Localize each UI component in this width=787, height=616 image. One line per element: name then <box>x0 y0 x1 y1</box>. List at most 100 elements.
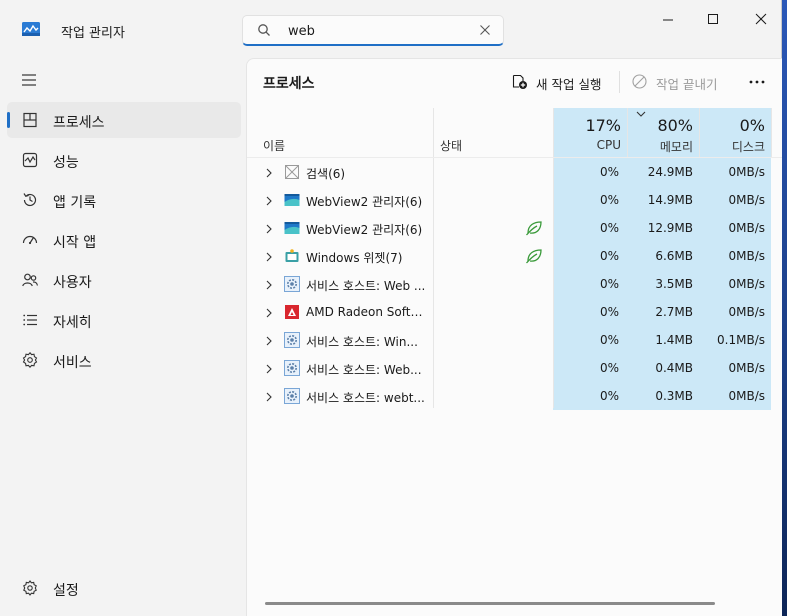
search-icon <box>258 24 270 36</box>
processes-icon <box>23 112 37 128</box>
memory-value: 2.7MB <box>655 305 693 319</box>
efficiency-mode-leaf-icon <box>525 248 543 264</box>
users-icon <box>22 273 38 287</box>
maximize-button[interactable] <box>690 8 736 32</box>
settings-gear-icon <box>23 580 37 596</box>
details-icon <box>23 314 37 326</box>
column-header-cpu[interactable]: CPU <box>553 138 621 152</box>
cpu-value: 0% <box>599 333 619 347</box>
expand-chevron-icon[interactable] <box>265 335 273 346</box>
cpu-value: 0% <box>599 193 619 207</box>
expand-chevron-icon[interactable] <box>265 391 273 402</box>
page-title: 프로세스 <box>263 76 315 92</box>
efficiency-mode-leaf-icon <box>525 220 543 236</box>
title-bar[interactable]: 작업 관리자 <box>0 0 782 58</box>
sidebar-item-startup-apps[interactable]: 시작 앱 <box>7 222 241 258</box>
process-name: 서비스 호스트: Web... <box>306 363 422 377</box>
process-name: 서비스 호스트: Web ... <box>306 279 426 293</box>
service-host-icon <box>284 276 300 292</box>
memory-value: 1.4MB <box>655 333 693 347</box>
disk-value: 0.1MB/s <box>717 333 765 347</box>
table-row[interactable]: AMD Radeon Softw... 0% 2.7MB 0MB/s <box>247 298 782 326</box>
service-host-icon <box>284 332 300 348</box>
cpu-value: 0% <box>599 221 619 235</box>
column-header-status[interactable]: 상태 <box>440 137 462 154</box>
sidebar-item-label: 성능 <box>53 155 79 171</box>
expand-chevron-icon[interactable] <box>265 223 273 234</box>
table-header: 이름 상태 17% CPU 80% 메모리 0% 디스크 <box>247 108 782 158</box>
sidebar-item-label: 사용자 <box>53 275 92 291</box>
performance-icon <box>22 152 38 168</box>
sidebar-item-performance[interactable]: 성능 <box>7 142 241 178</box>
process-name: 서비스 호스트: webt... <box>306 391 425 405</box>
memory-total-percent[interactable]: 80% <box>627 116 693 135</box>
sidebar-item-services[interactable]: 서비스 <box>7 342 241 378</box>
webview-icon <box>284 220 300 236</box>
disk-value: 0MB/s <box>728 389 765 403</box>
sidebar-item-details[interactable]: 자세히 <box>7 302 241 338</box>
search-app-icon <box>284 164 300 180</box>
settings-label: 설정 <box>53 583 79 599</box>
memory-value: 14.9MB <box>647 193 693 207</box>
sidebar-item-settings[interactable]: 설정 <box>7 570 241 606</box>
sidebar-item-users[interactable]: 사용자 <box>7 262 241 298</box>
horizontal-scrollbar[interactable] <box>265 602 715 605</box>
disk-value: 0MB/s <box>728 165 765 179</box>
table-row[interactable]: WebView2 관리자(6) 0% 14.9MB 0MB/s <box>247 186 782 214</box>
cpu-total-percent[interactable]: 17% <box>553 116 621 135</box>
service-host-icon <box>284 360 300 376</box>
table-row[interactable]: 서비스 호스트: Web ... 0% 3.5MB 0MB/s <box>247 270 782 298</box>
expand-chevron-icon[interactable] <box>265 279 273 290</box>
startup-apps-icon <box>22 235 38 245</box>
column-header-name[interactable]: 이름 <box>263 137 285 154</box>
table-row[interactable]: WebView2 관리자(6) 0% 12.9MB 0MB/s <box>247 214 782 242</box>
search-box[interactable] <box>242 15 504 46</box>
new-task-icon <box>512 74 527 89</box>
expand-chevron-icon[interactable] <box>265 251 273 262</box>
column-header-disk[interactable]: 디스크 <box>699 138 765 155</box>
table-row[interactable]: 서비스 호스트: Web... 0% 0.4MB 0MB/s <box>247 354 782 382</box>
cpu-value: 0% <box>599 249 619 263</box>
process-name: Windows 위젯(7) <box>306 251 403 265</box>
memory-value: 0.3MB <box>655 389 693 403</box>
processes-panel: 프로세스 새 작업 실행 작업 끝내기 이름 상태 17% CPU 80% 메모… <box>246 58 782 616</box>
close-button[interactable] <box>738 8 784 32</box>
expand-chevron-icon[interactable] <box>265 167 273 178</box>
memory-value: 24.9MB <box>647 165 693 179</box>
cpu-value: 0% <box>599 361 619 375</box>
sidebar-item-app-history[interactable]: 앱 기록 <box>7 182 241 218</box>
sidebar-item-label: 서비스 <box>53 355 92 371</box>
clear-search-icon[interactable] <box>479 24 491 36</box>
expand-chevron-icon[interactable] <box>265 307 273 318</box>
sidebar-item-label: 앱 기록 <box>53 195 97 211</box>
hamburger-menu-icon[interactable] <box>20 72 38 88</box>
process-name: 서비스 호스트: Win... <box>306 335 418 349</box>
run-new-task-label: 새 작업 실행 <box>536 77 602 92</box>
disk-value: 0MB/s <box>728 249 765 263</box>
sidebar-item-label: 자세히 <box>53 315 92 331</box>
maximize-icon <box>708 14 718 24</box>
sidebar-item-processes[interactable]: 프로세스 <box>7 102 241 138</box>
table-row[interactable]: Windows 위젯(7) 0% 6.6MB 0MB/s <box>247 242 782 270</box>
cpu-value: 0% <box>599 165 619 179</box>
table-row[interactable]: 서비스 호스트: Win... 0% 1.4MB 0.1MB/s <box>247 326 782 354</box>
table-row[interactable]: 서비스 호스트: webt... 0% 0.3MB 0MB/s <box>247 382 782 410</box>
cpu-value: 0% <box>599 277 619 291</box>
minimize-icon <box>663 19 673 21</box>
disk-total-percent[interactable]: 0% <box>699 116 765 135</box>
minimize-button[interactable] <box>645 8 691 32</box>
task-manager-app-icon <box>22 22 40 36</box>
disk-value: 0MB/s <box>728 277 765 291</box>
disk-value: 0MB/s <box>728 221 765 235</box>
search-input[interactable] <box>288 21 468 41</box>
disk-value: 0MB/s <box>728 193 765 207</box>
more-options-icon[interactable] <box>746 72 768 92</box>
expand-chevron-icon[interactable] <box>265 363 273 374</box>
sidebar-item-label: 시작 앱 <box>53 235 97 251</box>
service-host-icon <box>284 388 300 404</box>
table-row[interactable]: 검색(6) 0% 24.9MB 0MB/s <box>247 158 782 186</box>
end-task-icon <box>632 74 647 89</box>
process-name: WebView2 관리자(6) <box>306 195 423 209</box>
column-header-memory[interactable]: 메모리 <box>627 138 693 155</box>
expand-chevron-icon[interactable] <box>265 195 273 206</box>
